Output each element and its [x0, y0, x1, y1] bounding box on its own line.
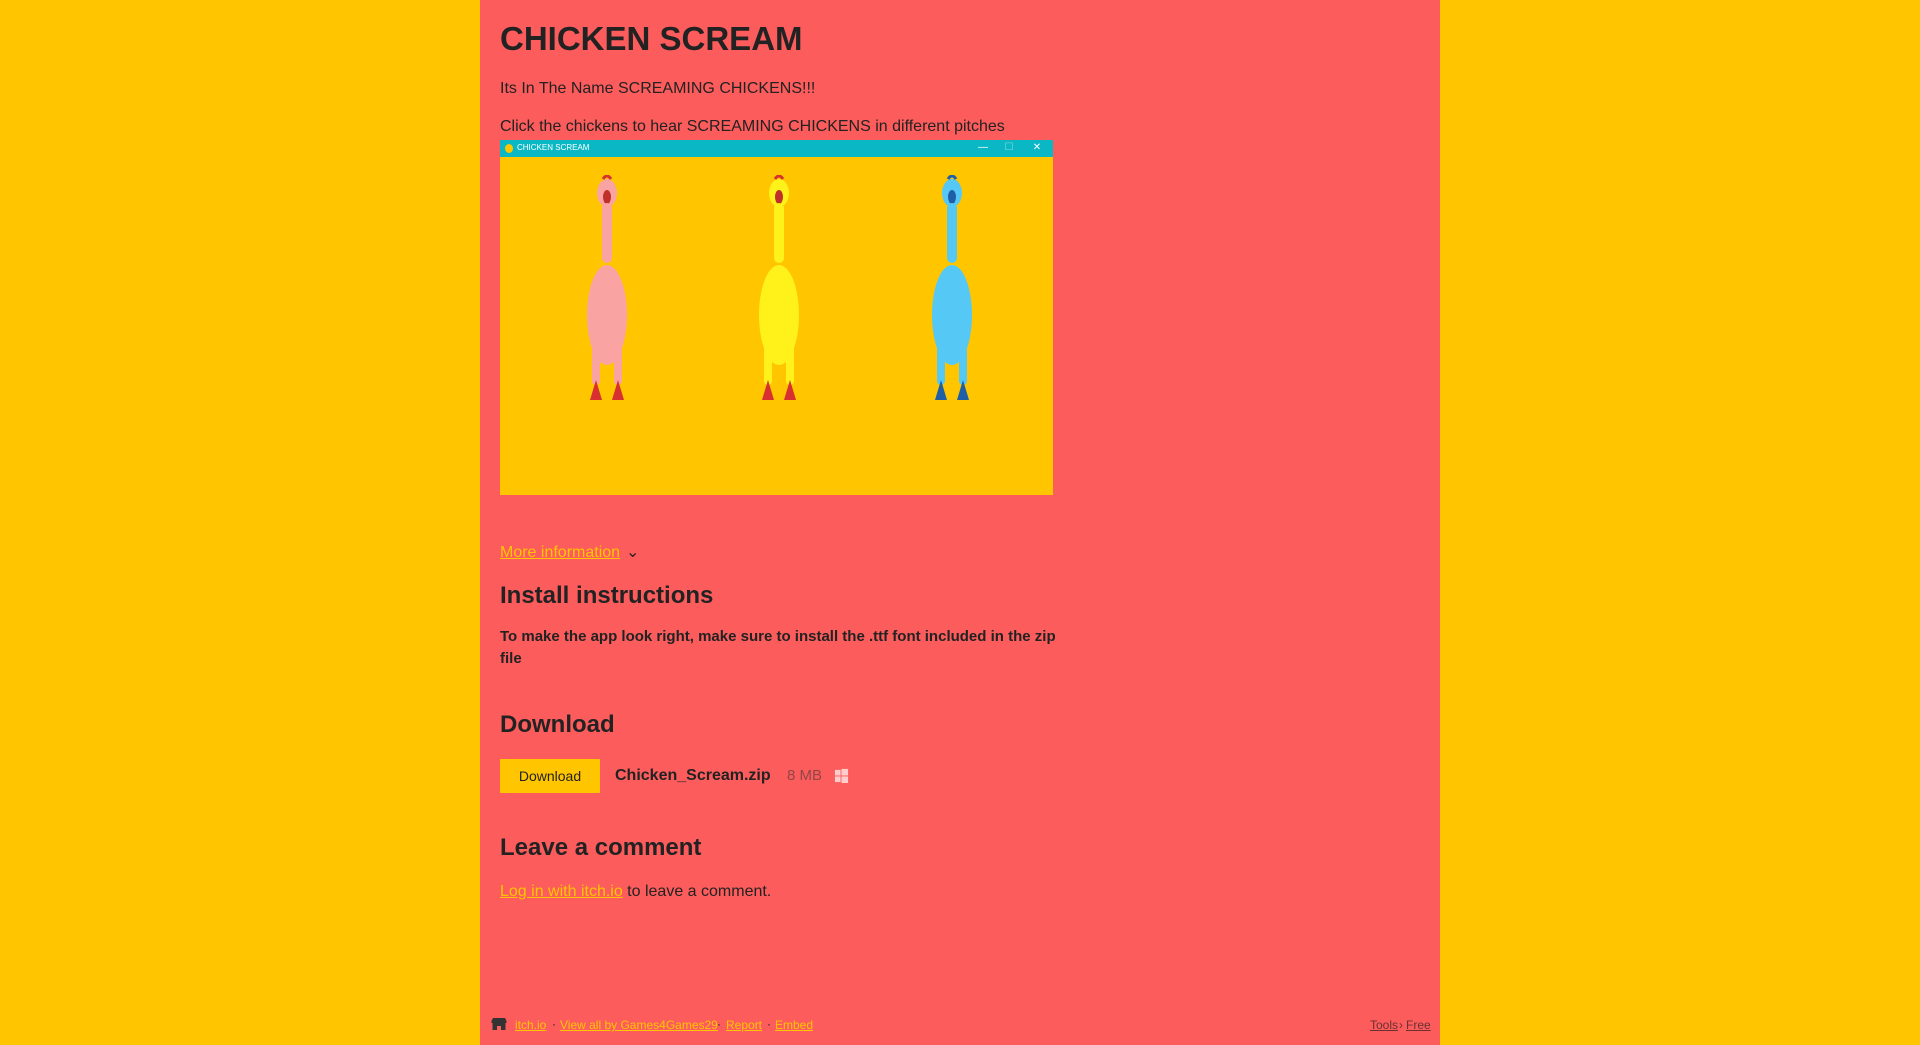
breadcrumb-separator: ›	[1399, 1018, 1403, 1032]
pink-chicken[interactable]	[580, 175, 634, 415]
install-text: To make the app look right, make sure to…	[500, 628, 1056, 667]
comment-prompt: Log in with itch.io to leave a comment.	[500, 883, 771, 901]
footer-dot: ·	[717, 1017, 721, 1031]
more-information-link[interactable]: More information ⌄	[500, 542, 639, 562]
window-titlebar: CHICKEN SCREAM — ☐ ✕	[500, 140, 1053, 157]
install-heading: Install instructions	[500, 582, 714, 609]
chevron-down-icon: ⌄	[626, 544, 640, 561]
footer-embed-link[interactable]: Embed	[775, 1018, 813, 1032]
window-title: CHICKEN SCREAM	[517, 143, 590, 152]
blue-chicken[interactable]	[925, 175, 979, 415]
footer: itch.io · View all by Games4Games29 · Re…	[480, 1016, 1440, 1036]
footer-view-all-link[interactable]: View all by Games4Games29	[560, 1018, 718, 1032]
page-title: CHICKEN SCREAM	[500, 20, 803, 57]
instruction-text: Click the chickens to hear SCREAMING CHI…	[500, 118, 1005, 135]
windows-icon	[834, 768, 849, 783]
itchio-logo-icon[interactable]	[491, 1017, 507, 1031]
file-name: Chicken_Scream.zip	[615, 767, 771, 784]
comment-heading: Leave a comment	[500, 834, 702, 861]
maximize-icon: ☐	[1004, 142, 1014, 153]
app-icon	[505, 144, 513, 153]
download-button[interactable]: Download	[500, 759, 600, 793]
login-link[interactable]: Log in with itch.io	[500, 883, 623, 900]
game-page: CHICKEN SCREAM Its In The Name SCREAMING…	[480, 0, 1440, 1045]
footer-free-link[interactable]: Free	[1406, 1018, 1431, 1032]
footer-dot: ·	[767, 1017, 771, 1031]
comment-suffix: to leave a comment.	[622, 883, 772, 900]
footer-tools-link[interactable]: Tools	[1370, 1018, 1398, 1032]
download-heading: Download	[500, 711, 615, 738]
close-icon: ✕	[1032, 142, 1042, 153]
more-information-label: More information	[500, 544, 621, 561]
footer-itchio-link[interactable]: itch.io	[515, 1018, 546, 1032]
yellow-chicken[interactable]	[752, 175, 806, 415]
game-screenshot[interactable]: CHICKEN SCREAM — ☐ ✕	[500, 140, 1053, 495]
tagline: Its In The Name SCREAMING CHICKENS!!!	[500, 80, 816, 97]
file-size: 8 MB	[787, 767, 823, 784]
footer-report-link[interactable]: Report	[726, 1018, 762, 1032]
footer-dot: ·	[552, 1017, 556, 1031]
minimize-icon: —	[978, 142, 988, 153]
